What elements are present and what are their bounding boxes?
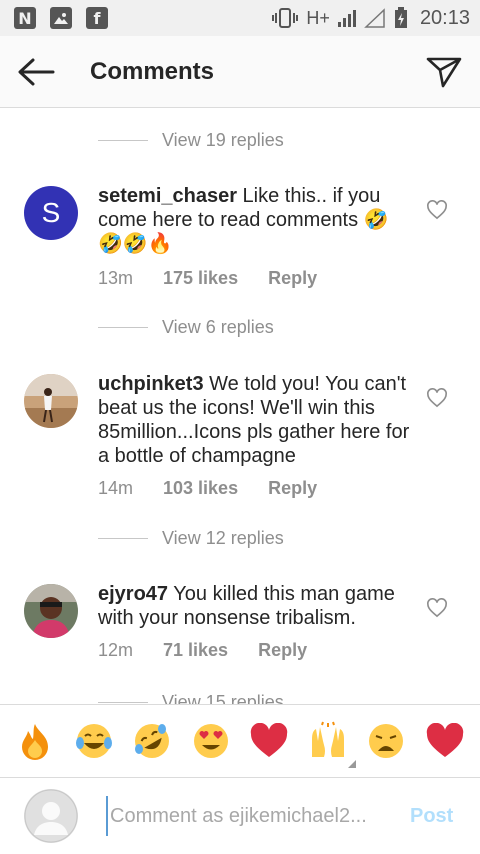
n-app-icon: N [14, 7, 36, 29]
emoji-heart-button[interactable] [247, 719, 291, 763]
replies-divider [98, 702, 148, 703]
comment-meta: 12m 71 likes Reply [98, 640, 307, 661]
arrow-left-icon [18, 58, 55, 85]
red-heart-icon [426, 723, 463, 757]
network-type: H+ [306, 7, 330, 28]
status-bar: N f H+ 20:13 [0, 0, 480, 36]
view-replies-label: View 6 replies [162, 317, 274, 337]
signal-icon [337, 9, 356, 27]
vibrate-icon [272, 8, 299, 28]
default-avatar-icon [24, 789, 78, 843]
comment-username[interactable]: uchpinket3 [98, 373, 204, 395]
status-notifications: N f [14, 7, 108, 29]
comment-composer: Post [0, 778, 480, 854]
share-button[interactable] [408, 36, 480, 108]
heart-outline-icon [427, 388, 447, 408]
emoji-fire-button[interactable] [13, 719, 57, 763]
page-title: Comments [90, 57, 215, 85]
comment-time: 14m [98, 478, 134, 498]
heart-outline-icon [427, 200, 447, 220]
avatar[interactable] [24, 374, 78, 428]
view-replies-link[interactable]: View 19 replies [98, 130, 284, 151]
rolling-on-floor-laughing-icon [135, 724, 170, 758]
comment-meta: 13m 175 likes Reply [98, 268, 317, 289]
comment-likes[interactable]: 71 likes [163, 640, 228, 661]
emoji-joy-button[interactable] [72, 719, 116, 763]
comment-time: 12m [98, 640, 134, 660]
weary-face-icon [369, 724, 404, 758]
comment-username[interactable]: ejyro47 [98, 583, 168, 605]
clock: 20:13 [419, 6, 470, 29]
status-system: H+ 20:13 [272, 7, 470, 30]
gallery-icon [50, 7, 72, 29]
red-heart-icon [251, 723, 288, 757]
raising-hands-icon [311, 721, 344, 757]
fire-icon [22, 724, 49, 760]
heart-outline-icon [427, 598, 447, 618]
emoji-heart-button-2[interactable] [423, 719, 467, 763]
avatar-photo [24, 584, 78, 638]
replies-divider [98, 140, 148, 141]
reply-button[interactable]: Reply [268, 478, 317, 499]
view-replies-label: View 15 replies [162, 692, 284, 704]
reply-button[interactable]: Reply [258, 640, 307, 661]
like-button[interactable] [426, 598, 450, 622]
paper-plane-icon [426, 57, 462, 87]
replies-divider [98, 538, 148, 539]
comment-body: setemi_chaser Like this.. if you come he… [98, 184, 410, 256]
comment-input[interactable] [106, 796, 386, 836]
battery-icon [394, 7, 407, 28]
no-signal-icon [364, 8, 385, 28]
facebook-icon: f [86, 7, 108, 29]
like-button[interactable] [426, 388, 450, 412]
avatar-letter: S [41, 197, 61, 228]
comment-list[interactable]: View 19 replies S setemi_chaser Like thi… [0, 108, 480, 704]
reply-button[interactable]: Reply [268, 268, 317, 289]
comment-likes[interactable]: 103 likes [163, 478, 238, 499]
comment-time: 13m [98, 268, 134, 288]
emoji-expand-indicator [348, 760, 356, 768]
smiling-face-with-heart-eyes-icon [193, 724, 228, 758]
view-replies-link[interactable]: View 6 replies [98, 317, 274, 338]
emoji-heart-eyes-button[interactable] [189, 719, 233, 763]
comments-header: Comments [0, 36, 480, 108]
emoji-quick-bar [0, 704, 480, 778]
comment-meta: 14m 103 likes Reply [98, 478, 317, 499]
avatar-photo [24, 374, 78, 428]
comment-body: uchpinket3 We told you! You can't beat u… [98, 372, 410, 468]
comment-body: ejyro47 You killed this man game with yo… [98, 582, 410, 630]
current-user-avatar [24, 789, 78, 843]
back-button[interactable] [0, 36, 72, 108]
emoji-raised-hands-button[interactable] [306, 719, 350, 763]
comment-username[interactable]: setemi_chaser [98, 185, 237, 207]
face-with-tears-of-joy-icon [75, 724, 112, 758]
avatar[interactable]: S [24, 186, 78, 240]
replies-divider [98, 327, 148, 328]
view-replies-link[interactable]: View 15 replies [98, 692, 284, 704]
comment-likes[interactable]: 175 likes [163, 268, 238, 289]
avatar[interactable] [24, 584, 78, 638]
emoji-weary-button[interactable] [364, 719, 408, 763]
like-button[interactable] [426, 200, 450, 224]
post-button[interactable]: Post [410, 805, 453, 828]
emoji-rofl-button[interactable] [130, 719, 174, 763]
view-replies-label: View 19 replies [162, 130, 284, 150]
view-replies-label: View 12 replies [162, 528, 284, 548]
view-replies-link[interactable]: View 12 replies [98, 528, 284, 549]
